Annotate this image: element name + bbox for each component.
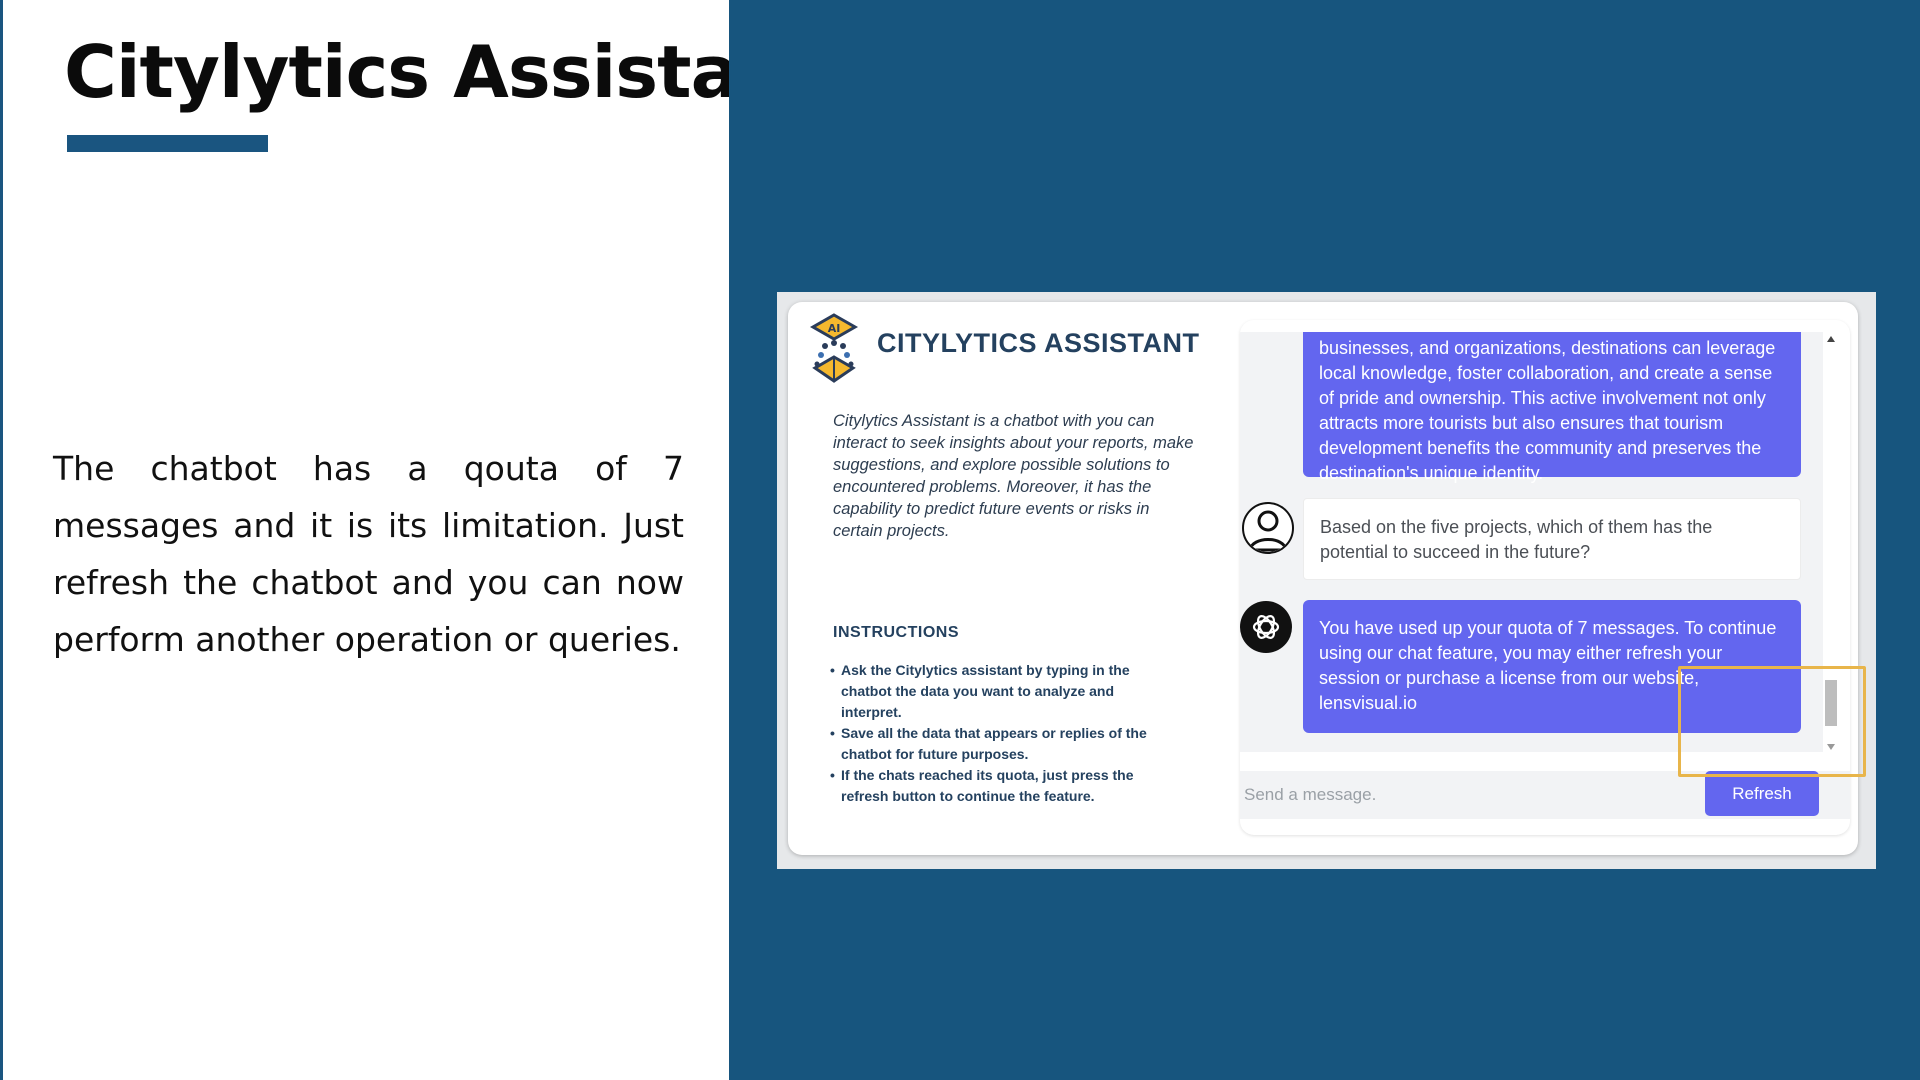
app-description: Citylytics Assistant is a chatbot with y… xyxy=(833,412,1194,540)
refresh-button[interactable]: Refresh xyxy=(1705,771,1819,816)
instruction-item: Ask the Citylytics assistant by typing i… xyxy=(830,660,1170,723)
bot-message: businesses, and organizations, destinati… xyxy=(1303,332,1801,483)
slide-body-text: The chatbot has a qouta of 7 messages an… xyxy=(53,449,684,659)
user-avatar-icon xyxy=(1242,502,1294,554)
instruction-item: If the chats reached its quota, just pre… xyxy=(830,765,1170,807)
app-title: CITYLYTICS ASSISTANT xyxy=(877,328,1200,358)
instruction-item: Save all the data that appears or replie… xyxy=(830,723,1170,765)
title-underline xyxy=(67,135,268,152)
chatbot-app-window: AI CITYLYTICS ASSISTANT Citylytics Assis… xyxy=(788,302,1866,855)
instructions-heading: INSTRUCTIONS xyxy=(833,624,959,641)
slide-title: Citylytics Assistant xyxy=(64,30,823,114)
app-screenshot: AI CITYLYTICS ASSISTANT Citylytics Assis… xyxy=(777,292,1876,869)
ai-cube-icon: AI xyxy=(809,313,859,383)
message-input-row: Refresh xyxy=(1240,771,1850,819)
openai-logo-icon xyxy=(1240,601,1292,653)
left-panel: Citylytics Assistant The chatbot has a q… xyxy=(0,0,823,1080)
scroll-up-arrow-icon[interactable] xyxy=(1827,336,1835,342)
logo-text: AI xyxy=(828,322,841,335)
message-input[interactable] xyxy=(1240,771,1680,819)
refresh-highlight-box xyxy=(1678,666,1866,777)
instructions-list: Ask the Citylytics assistant by typing i… xyxy=(830,660,1170,807)
user-message: Based on the five projects, which of the… xyxy=(1303,498,1801,580)
